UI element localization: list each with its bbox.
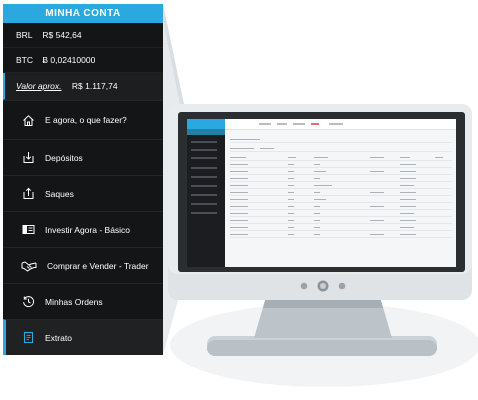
approx-value: R$ 1.117,74 [71,81,118,91]
balance-brl: BRL R$ 542,64 [3,23,163,48]
menu-item-invest-basic[interactable]: Investir Agora - Básico [3,211,163,247]
menu-item-buy-sell-trader[interactable]: Comprar e Vender - Trader [3,247,163,283]
handshake-icon [21,259,37,273]
balance-btc: BTC Ƀ 0,02410000 [3,48,163,73]
menu-item-my-orders[interactable]: Minhas Ordens [3,283,163,319]
statement-icon [21,331,35,345]
menu-item-deposits[interactable]: Depósitos [3,139,163,175]
balance-value: R$ 542,64 [42,30,82,40]
invest-icon [21,223,35,237]
screen-logo [187,119,227,129]
account-sidebar: MINHA CONTA BRL R$ 542,64 BTC Ƀ 0,024100… [3,4,163,355]
menu-item-label: Saques [45,188,74,199]
home-icon [21,113,35,127]
balance-currency: BTC [16,55,33,65]
approx-label[interactable]: Valor aprox. [16,81,62,91]
sidebar-header: MINHA CONTA [3,4,163,23]
history-icon [21,295,35,309]
menu-item-label: Comprar e Vender - Trader [47,260,149,271]
withdraw-icon [21,187,35,201]
menu-item-withdrawals[interactable]: Saques [3,175,163,211]
menu-item-label: Extrato [45,332,72,343]
menu-item-label: Minhas Ordens [45,296,103,307]
deposit-icon [21,151,35,165]
screen-sidebar [187,119,227,267]
balance-value: Ƀ 0,02410000 [42,55,96,65]
screen-table [225,129,456,267]
menu-item-label: Depósitos [45,152,83,163]
monitor-screen [187,119,456,267]
approx-value-row[interactable]: Valor aprox. R$ 1.117,74 [3,73,163,100]
menu-item-statement[interactable]: Extrato [3,319,163,355]
menu-item-what-now[interactable]: E agora, o que fazer? [3,100,163,139]
menu-item-label: E agora, o que fazer? [45,115,127,125]
menu-item-label: Investir Agora - Básico [45,224,131,235]
balance-currency: BRL [16,30,33,40]
